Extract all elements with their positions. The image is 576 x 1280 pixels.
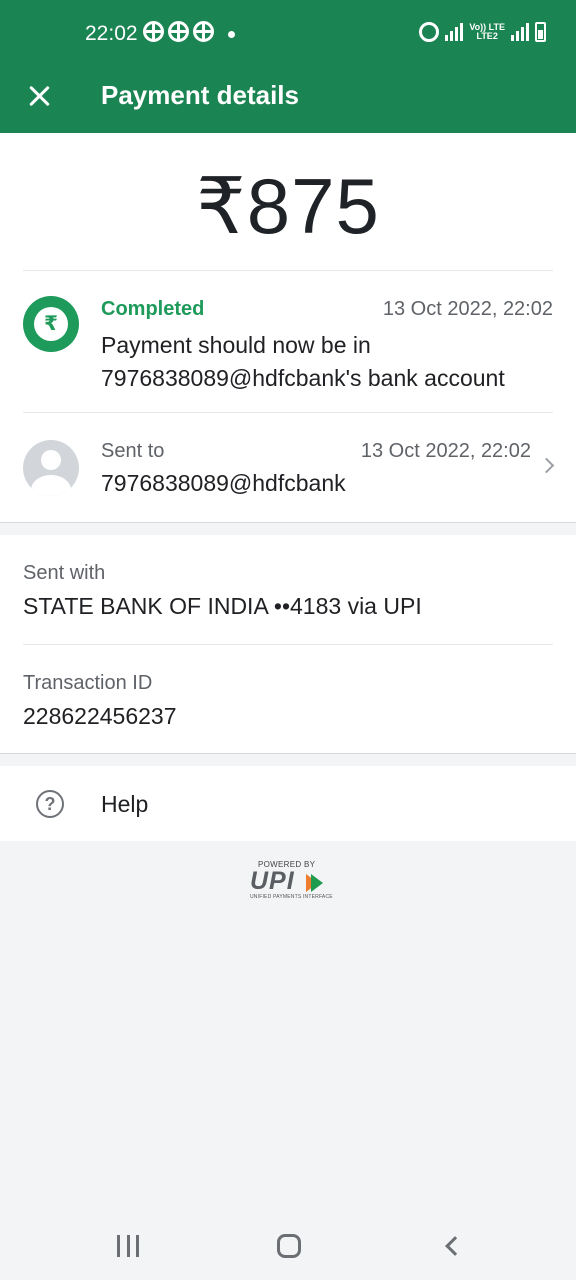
app-notification-icon (168, 21, 189, 42)
alarm-icon (419, 22, 440, 42)
help-label: Help (101, 791, 149, 817)
notification-icons (143, 21, 214, 42)
status-label: Completed (101, 298, 205, 320)
close-icon[interactable] (22, 79, 56, 113)
status-date: 13 Oct 2022, 22:02 (382, 298, 553, 320)
rupee-status-icon: ₹ (23, 296, 79, 352)
sent-to-date: 13 Oct 2022, 22:02 (360, 440, 531, 462)
app-notification-icon (143, 21, 164, 42)
sent-to-label: Sent to (101, 440, 165, 462)
upi-brand: UPI (250, 867, 295, 895)
back-icon[interactable] (445, 1236, 465, 1256)
transaction-details-card: Sent with STATE BANK OF INDIA ••4183 via… (0, 535, 576, 754)
battery-icon (535, 22, 546, 42)
divider (23, 644, 553, 645)
divider (23, 412, 553, 413)
network-type-label: Vo)) LTE LTE2 (469, 22, 505, 41)
sent-with-label: Sent with (23, 562, 106, 584)
app-bar: Payment details (0, 70, 576, 133)
recent-apps-icon[interactable] (117, 1235, 139, 1257)
home-icon[interactable] (277, 1234, 301, 1258)
more-notifications-dot-icon (228, 31, 235, 38)
status-message: Payment should now be in 7976838089@hdfc… (101, 332, 505, 391)
system-icons: Vo)) LTE LTE2 (419, 22, 546, 42)
app-notification-icon (193, 21, 214, 42)
signal-icon (511, 23, 529, 41)
status-bar: 22:02 Vo)) LTE LTE2 (0, 0, 576, 70)
sent-to-upi-id: 7976838089@hdfcbank (101, 470, 346, 496)
payment-amount: ₹875 (196, 162, 380, 250)
sent-with-value: STATE BANK OF INDIA ••4183 via UPI (23, 593, 422, 619)
payment-summary-card: ₹875 ₹ Completed 13 Oct 2022, 22:02 Paym… (0, 133, 576, 523)
divider (23, 270, 553, 271)
chevron-right-icon[interactable] (538, 457, 555, 474)
page-title: Payment details (101, 80, 299, 110)
system-navigation-bar (0, 1212, 576, 1280)
help-icon: ? (36, 790, 64, 818)
upi-brand-subtitle: UNIFIED PAYMENTS INTERFACE (250, 894, 333, 900)
help-row[interactable]: ? Help (0, 766, 576, 841)
signal-icon (445, 23, 464, 41)
avatar (23, 440, 79, 496)
transaction-id-label: Transaction ID (23, 672, 153, 694)
upi-logo: POWERED BY UPI UNIFIED PAYMENTS INTERFAC… (248, 860, 333, 902)
status-time: 22:02 (85, 22, 138, 45)
transaction-id-value: 228622456237 (23, 703, 177, 729)
